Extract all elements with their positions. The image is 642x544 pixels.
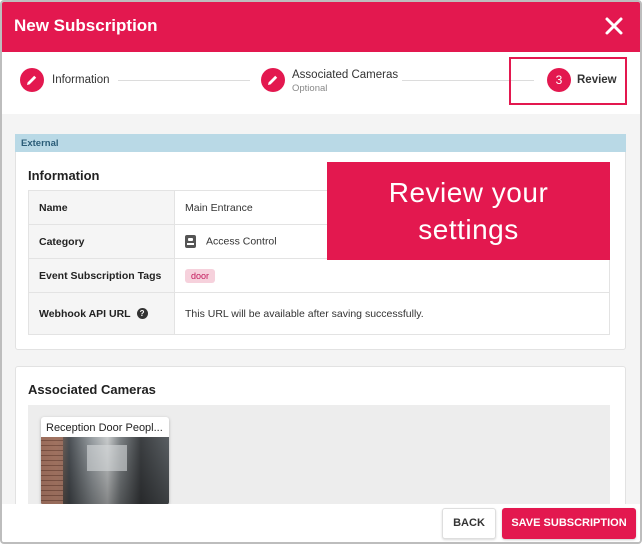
webhook-value: This URL will be available after saving … bbox=[174, 292, 610, 335]
step-2-label[interactable]: Associated Cameras bbox=[292, 69, 398, 81]
step-2-sublabel: Optional bbox=[292, 83, 328, 94]
close-button[interactable] bbox=[604, 12, 628, 40]
camera-card[interactable]: Reception Door Peopl... bbox=[41, 417, 169, 505]
category-key: Category bbox=[28, 224, 175, 259]
badge-icon bbox=[185, 235, 196, 248]
webhook-key-cell: Webhook API URL? bbox=[28, 292, 175, 335]
table-row: Webhook API URL? This URL will be availa… bbox=[28, 292, 610, 335]
review-step-highlight bbox=[509, 57, 627, 105]
camera-thumbnail bbox=[41, 437, 169, 505]
close-icon bbox=[605, 17, 623, 35]
dialog-header: New Subscription bbox=[2, 2, 640, 52]
save-subscription-button[interactable]: SAVE SUBSCRIPTION bbox=[502, 508, 636, 539]
camera-name: Reception Door Peopl... bbox=[46, 422, 163, 434]
step-1-label[interactable]: Information bbox=[52, 74, 110, 86]
help-icon[interactable]: ? bbox=[136, 308, 148, 320]
subscription-dialog: New Subscription Information Associated … bbox=[0, 0, 642, 544]
thumbnail-wall bbox=[41, 437, 63, 505]
step-connector bbox=[118, 80, 250, 81]
pencil-icon bbox=[27, 75, 37, 85]
name-key: Name bbox=[28, 190, 175, 225]
pencil-icon bbox=[268, 75, 278, 85]
external-banner: External bbox=[15, 134, 626, 152]
information-title: Information bbox=[28, 168, 100, 183]
table-row: Event Subscription Tags door bbox=[28, 258, 610, 293]
cameras-title: Associated Cameras bbox=[28, 382, 156, 397]
tag-chip: door bbox=[185, 268, 216, 283]
callout-line-2: settings bbox=[418, 214, 519, 245]
step-2-edit-icon[interactable] bbox=[261, 68, 285, 92]
category-value: Access Control bbox=[206, 235, 277, 248]
review-callout: Review your settings bbox=[327, 162, 610, 260]
tags-cell: door bbox=[174, 258, 610, 293]
thumbnail-window bbox=[87, 445, 127, 471]
callout-line-1: Review your bbox=[388, 177, 549, 208]
step-1-edit-icon[interactable] bbox=[20, 68, 44, 92]
webhook-key: Webhook API URL bbox=[39, 307, 131, 320]
tags-key: Event Subscription Tags bbox=[28, 258, 175, 293]
back-button[interactable]: BACK bbox=[442, 508, 496, 539]
dialog-title: New Subscription bbox=[14, 16, 158, 35]
